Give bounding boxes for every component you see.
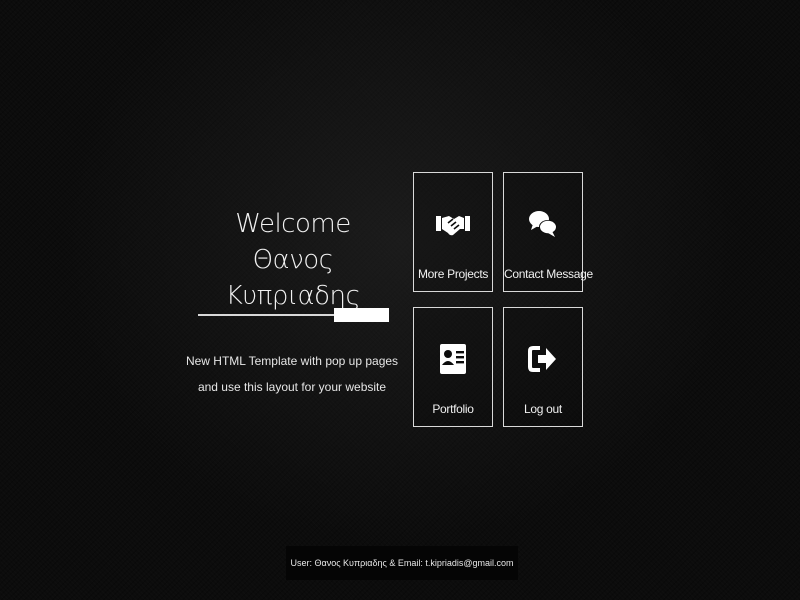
description-line-1: New HTML Template with pop up pages (185, 354, 399, 368)
more-projects-tile[interactable]: More Projects (413, 172, 493, 292)
log-out-tile[interactable]: Log out (503, 307, 583, 427)
welcome-description: New HTML Template with pop up pages and … (180, 348, 404, 400)
description-line-2: and use this layout for your website (197, 380, 387, 394)
more-projects-label: More Projects (417, 267, 489, 281)
id-card-icon (414, 342, 492, 376)
footer-text: User: Θανος Κυπριαδης & Email: t.kipriad… (290, 558, 514, 568)
footer-user-info: User: Θανος Κυπριαδης & Email: t.kipriad… (286, 546, 518, 580)
portfolio-label: Portfolio (432, 402, 474, 416)
heading-divider (198, 308, 389, 322)
sign-out-icon (504, 342, 582, 376)
welcome-heading: Welcome Θανος Κυπριαδης (196, 206, 390, 314)
handshake-icon (414, 207, 492, 241)
chat-bubbles-icon (504, 207, 582, 241)
portfolio-tile[interactable]: Portfolio (413, 307, 493, 427)
contact-message-tile[interactable]: Contact Message (503, 172, 593, 292)
contact-message-label: Contact Message (504, 267, 593, 281)
divider-bar (334, 308, 389, 322)
welcome-user-name: Θανος Κυπριαδης (225, 245, 361, 311)
log-out-label: Log out (524, 402, 562, 416)
divider-line (198, 314, 336, 316)
welcome-title: Welcome (235, 209, 351, 239)
